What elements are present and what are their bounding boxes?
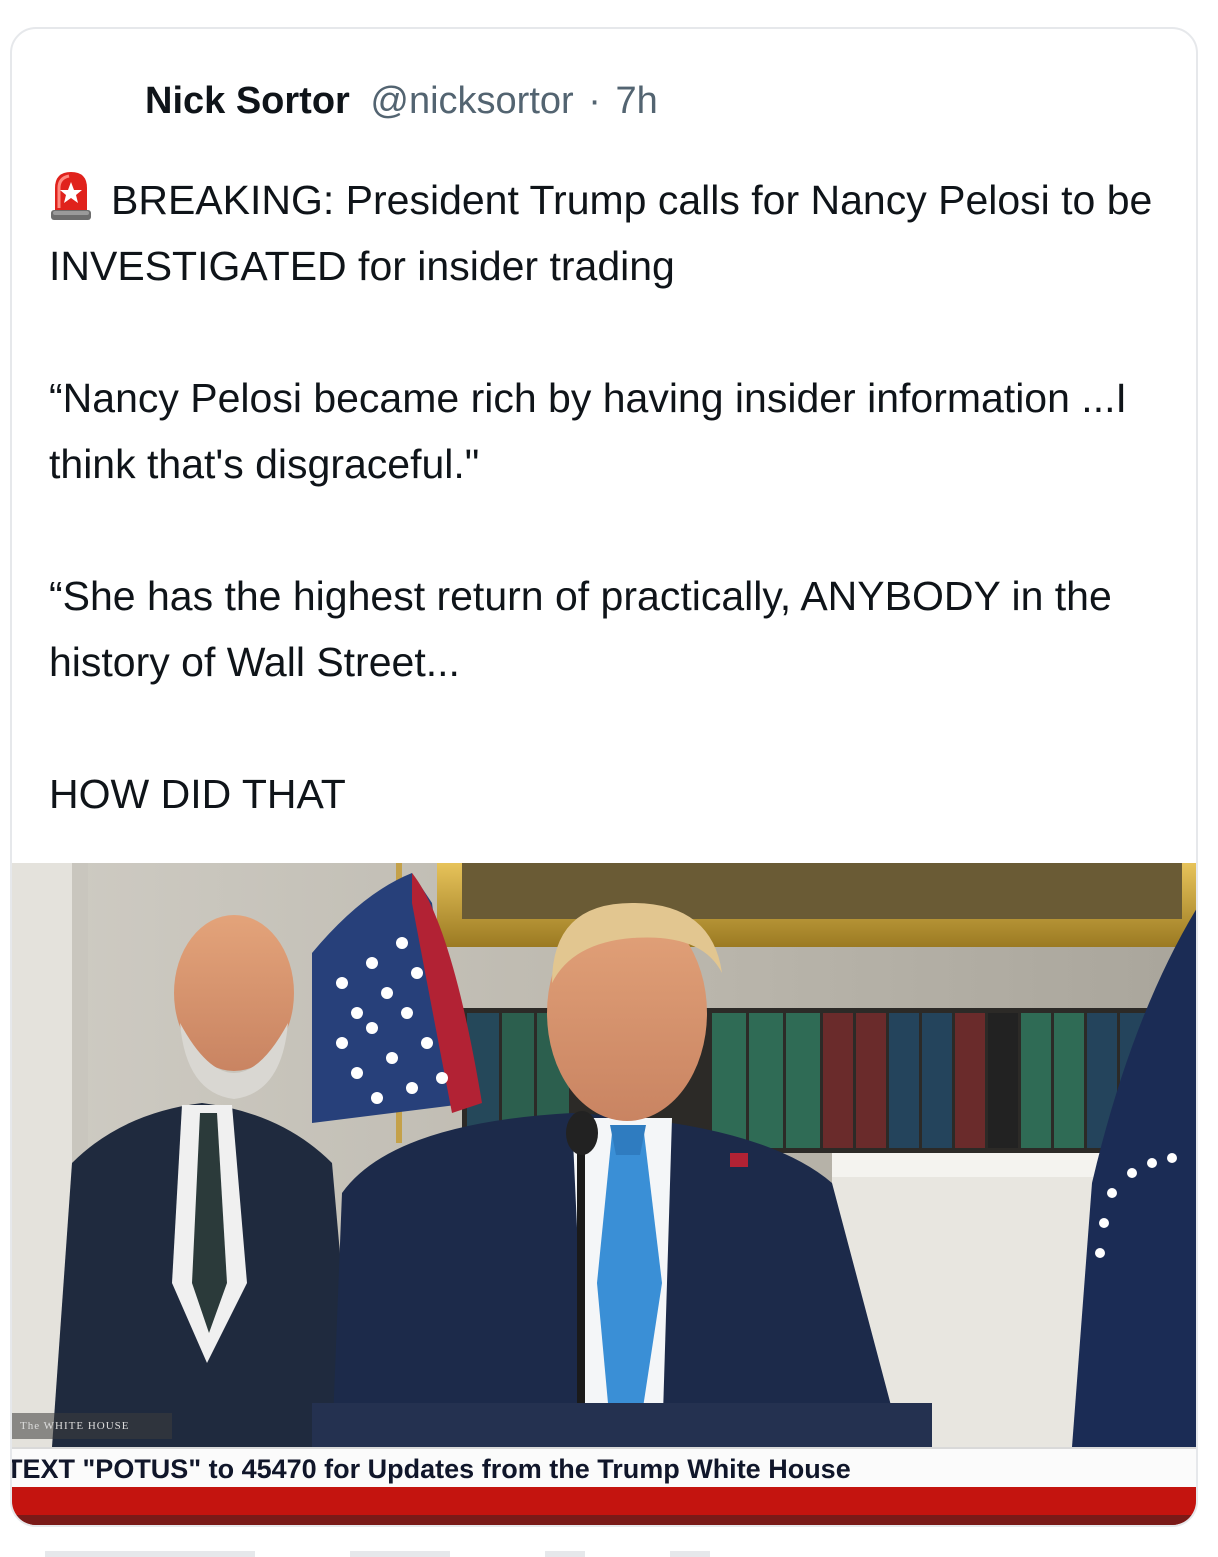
video-thumbnail[interactable]: The WHITE HOUSE TEXT "POTUS" to 45470 fo… bbox=[12, 863, 1196, 1525]
action-bar-stub bbox=[670, 1551, 710, 1557]
news-ticker: TEXT "POTUS" to 45470 for Updates from t… bbox=[12, 1447, 1196, 1489]
press-conference-scene bbox=[12, 863, 1196, 1447]
action-bar-stub bbox=[350, 1551, 450, 1557]
post-card[interactable]: Nick Sortor @nicksortor · 7h BREAKING: P… bbox=[10, 27, 1198, 1527]
separator-dot: · bbox=[588, 80, 601, 122]
action-bar-stub bbox=[545, 1551, 585, 1557]
post-paragraph-text: BREAKING: President Trump calls for Nanc… bbox=[49, 177, 1164, 289]
post-paragraph: “Nancy Pelosi became rich by having insi… bbox=[49, 375, 1139, 487]
post-paragraph: HOW DID THAT bbox=[49, 771, 346, 817]
ticker-red-bar bbox=[12, 1487, 1196, 1525]
post-text: BREAKING: President Trump calls for Nanc… bbox=[49, 167, 1169, 827]
author-name[interactable]: Nick Sortor bbox=[145, 80, 350, 122]
network-logo: The WHITE HOUSE bbox=[12, 1413, 172, 1439]
post-timestamp[interactable]: 7h bbox=[615, 80, 657, 122]
action-bar-stub bbox=[45, 1551, 255, 1557]
post-paragraph: “She has the highest return of practical… bbox=[49, 573, 1124, 685]
author-handle[interactable]: @nicksortor bbox=[370, 80, 573, 122]
post-paragraph: BREAKING: President Trump calls for Nanc… bbox=[49, 167, 1169, 299]
rotating-light-icon bbox=[51, 172, 91, 220]
post-header: Nick Sortor @nicksortor · 7h bbox=[145, 77, 658, 125]
